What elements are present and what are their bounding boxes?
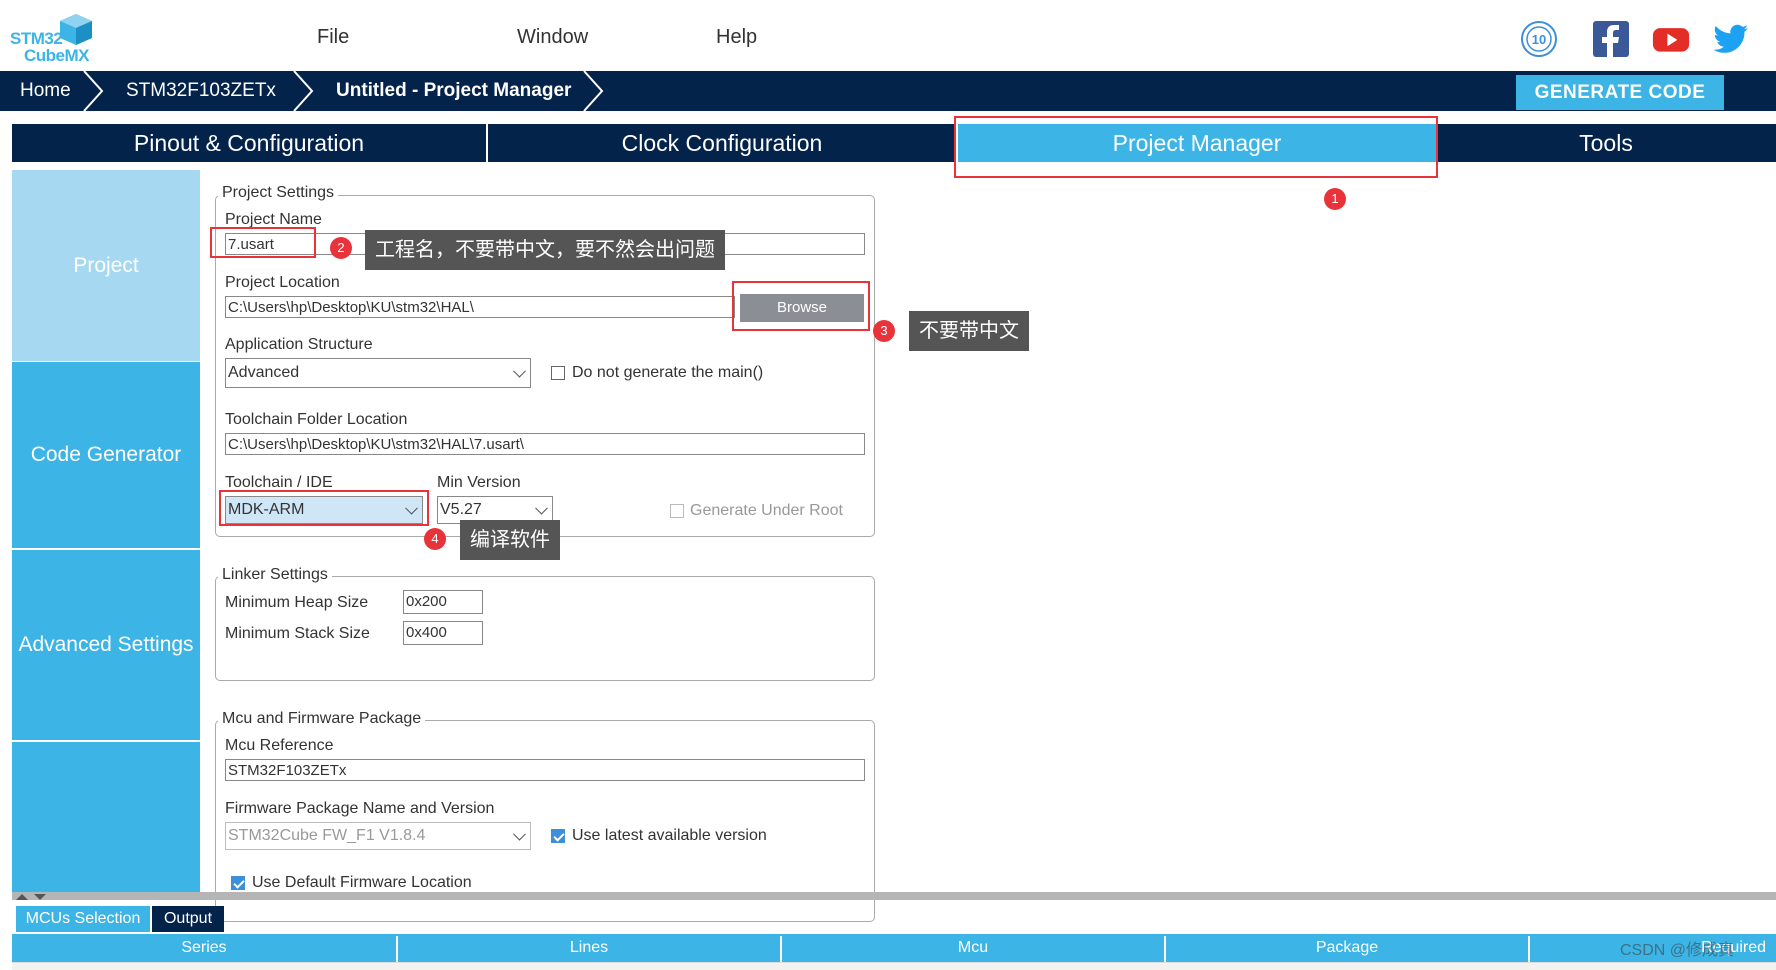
stack-size-label: Minimum Stack Size <box>225 625 370 642</box>
logo-line2: CubeMX <box>24 46 90 65</box>
breadcrumb-mcu[interactable]: STM32F103ZETx <box>126 71 276 111</box>
menu-window[interactable]: Window <box>517 26 588 49</box>
tab-tools[interactable]: Tools <box>1436 124 1776 162</box>
toolchain-folder-label: Toolchain Folder Location <box>225 411 408 428</box>
svg-text:10: 10 <box>1532 32 1546 47</box>
watermark: CSDN @修成真 <box>1620 942 1735 959</box>
sidebar-item-code-generator[interactable]: Code Generator <box>12 362 200 548</box>
min-version-label: Min Version <box>437 474 521 491</box>
chevron-down-icon <box>513 364 526 378</box>
heap-size-input[interactable]: 0x200 <box>403 590 483 614</box>
anniversary-badge-icon[interactable]: 10 <box>1520 20 1558 58</box>
project-location-input[interactable]: C:\Users\hp\Desktop\KU\stm32\HAL\ <box>225 296 735 318</box>
twitter-icon[interactable] <box>1712 20 1750 58</box>
menu-file[interactable]: File <box>317 26 349 49</box>
generate-under-root-checkbox[interactable] <box>670 504 684 518</box>
firmware-package-value: STM32Cube FW_F1 V1.8.4 <box>228 827 426 844</box>
tab-mcus-selection[interactable]: MCUs Selection <box>16 906 150 932</box>
panel-splitter[interactable] <box>12 892 1776 900</box>
annotation-badge-1: 1 <box>1324 188 1346 210</box>
mcu-firmware-legend: Mcu and Firmware Package <box>218 710 426 728</box>
linker-settings-legend: Linker Settings <box>218 566 332 584</box>
menu-help[interactable]: Help <box>716 26 757 49</box>
no-main-checkbox[interactable] <box>551 366 565 380</box>
annotation-tip-2: 工程名，不要带中文，要不然会出问题 <box>365 230 725 270</box>
app-structure-label: Application Structure <box>225 336 373 353</box>
sidebar-item-advanced-settings[interactable]: Advanced Settings <box>12 550 200 740</box>
app-structure-value: Advanced <box>228 364 300 381</box>
chevron-down-icon <box>513 827 526 841</box>
mcu-reference-label: Mcu Reference <box>225 737 334 754</box>
min-version-value: V5.27 <box>440 501 482 518</box>
column-mcu[interactable]: Mcu <box>782 934 1164 962</box>
column-series[interactable]: Series <box>12 934 396 962</box>
collapse-arrows-icon[interactable] <box>14 892 50 902</box>
project-settings-legend: Project Settings <box>218 184 339 202</box>
column-package[interactable]: Package <box>1166 934 1528 962</box>
logo-line1: STM32 <box>10 29 63 48</box>
generate-code-button[interactable]: GENERATE CODE <box>1516 75 1724 110</box>
facebook-icon[interactable] <box>1592 20 1630 58</box>
tab-output[interactable]: Output <box>152 906 224 932</box>
use-latest-version-label: Use latest available version <box>572 827 767 844</box>
toolchain-folder-input[interactable]: C:\Users\hp\Desktop\KU\stm32\HAL\7.usart… <box>225 433 865 455</box>
heap-size-label: Minimum Heap Size <box>225 594 369 611</box>
chevron-right-icon <box>83 71 104 111</box>
column-lines[interactable]: Lines <box>398 934 780 962</box>
annotation-badge-3: 3 <box>873 320 895 342</box>
breadcrumb-current[interactable]: Untitled - Project Manager <box>336 71 571 111</box>
sidebar-empty-area <box>12 742 200 892</box>
use-default-firmware-location-label: Use Default Firmware Location <box>252 874 472 891</box>
annotation-tip-4: 编译软件 <box>460 520 560 560</box>
annotation-tip-3: 不要带中文 <box>909 311 1029 351</box>
breadcrumb-home[interactable]: Home <box>20 71 71 111</box>
mcu-reference-input[interactable]: STM32F103ZETx <box>225 759 865 781</box>
app-logo: STM32 CubeMX <box>10 29 90 65</box>
annotation-box-project-name <box>210 227 316 258</box>
sidebar-item-project[interactable]: Project <box>12 170 200 361</box>
no-main-label: Do not generate the main() <box>572 364 764 381</box>
app-structure-select[interactable]: Advanced <box>225 358 531 388</box>
annotation-badge-4: 4 <box>424 528 446 550</box>
use-latest-version-checkbox[interactable] <box>551 829 565 843</box>
annotation-box-project-manager <box>954 116 1438 178</box>
stack-size-input[interactable]: 0x400 <box>403 621 483 645</box>
youtube-icon[interactable] <box>1652 20 1690 58</box>
annotation-box-browse <box>732 281 870 331</box>
top-header <box>0 0 1776 71</box>
project-location-label: Project Location <box>225 274 340 291</box>
chevron-right-icon <box>293 71 314 111</box>
tab-clock-configuration[interactable]: Clock Configuration <box>488 124 956 162</box>
generate-under-root-label: Generate Under Root <box>690 502 843 519</box>
chevron-right-icon <box>583 71 604 111</box>
firmware-package-select[interactable]: STM32Cube FW_F1 V1.8.4 <box>225 822 531 850</box>
annotation-box-toolchain <box>219 490 429 526</box>
firmware-package-label: Firmware Package Name and Version <box>225 800 495 817</box>
chevron-down-icon <box>535 501 548 515</box>
use-default-firmware-location-checkbox[interactable] <box>231 876 245 890</box>
annotation-badge-2: 2 <box>330 237 352 259</box>
tab-pinout-configuration[interactable]: Pinout & Configuration <box>12 124 486 162</box>
